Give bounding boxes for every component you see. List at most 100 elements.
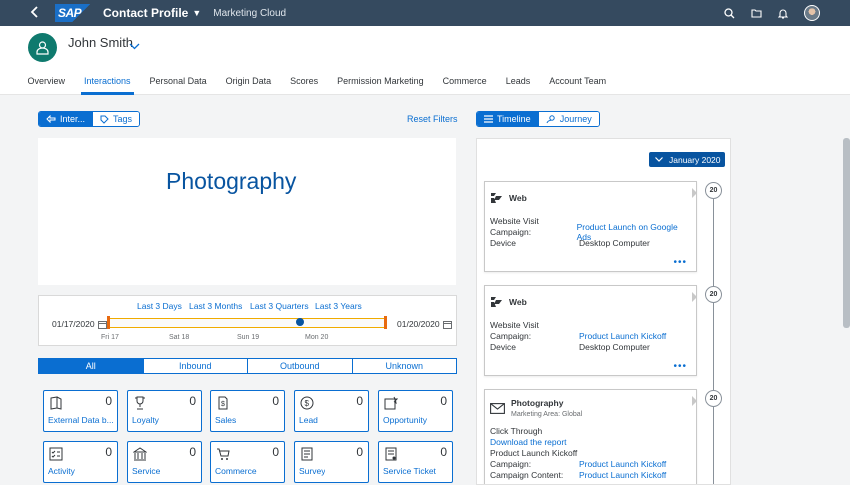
timeline-card[interactable]: Photography Marketing Area: Global Click… xyxy=(484,389,697,484)
tab-commerce[interactable]: Commerce xyxy=(433,70,496,94)
tag-cloud-word[interactable]: Photography xyxy=(166,168,296,195)
tile-loyalty[interactable]: 0 Loyalty xyxy=(127,390,202,432)
document-dollar-icon: $ xyxy=(216,396,230,413)
tab-leads[interactable]: Leads xyxy=(496,70,540,94)
month-selector[interactable]: January 2020 xyxy=(649,152,725,167)
tile-label: Loyalty xyxy=(132,415,159,425)
filter-outbound[interactable]: Outbound xyxy=(247,359,352,373)
reset-filters-link[interactable]: Reset Filters xyxy=(407,114,458,124)
tile-count: 0 xyxy=(356,445,363,459)
bell-icon[interactable] xyxy=(778,8,788,19)
tab-account-team[interactable]: Account Team xyxy=(540,70,616,94)
tile-label: External Data b... xyxy=(48,415,114,425)
last-3-days-link[interactable]: Last 3 Days xyxy=(137,301,182,311)
chevron-down-icon[interactable] xyxy=(129,39,140,53)
tile-opportunity[interactable]: 0 Opportunity xyxy=(378,390,453,432)
range-knob[interactable] xyxy=(296,318,304,326)
timeline-view-toggle: Timeline Journey xyxy=(476,111,600,127)
tile-label: Service Ticket xyxy=(383,466,436,476)
interactions-view-button[interactable]: Inter... xyxy=(39,112,93,126)
campaign-link[interactable]: Product Launch Kickoff xyxy=(579,331,666,341)
tile-survey[interactable]: 0 Survey xyxy=(294,441,369,483)
filter-all[interactable]: All xyxy=(39,359,143,373)
slider-tick-label: Sun 19 xyxy=(237,334,260,341)
timeline-axis xyxy=(713,194,714,484)
tile-count: 0 xyxy=(272,445,279,459)
date-to-field[interactable]: 01/20/2020 xyxy=(397,319,452,329)
contact-name: John Smith xyxy=(68,35,134,50)
date-range-panel: Last 3 Days Last 3 Months Last 3 Quarter… xyxy=(38,295,457,346)
calendar-icon[interactable] xyxy=(442,320,452,329)
slider-tick-label: Sat 18 xyxy=(169,334,190,341)
range-start-handle[interactable] xyxy=(107,316,110,329)
tile-commerce[interactable]: 0 Commerce xyxy=(210,441,285,483)
tile-label: Service xyxy=(132,466,161,476)
tab-bar: Overview Interactions Personal Data Origin … xyxy=(18,70,616,95)
timeline-card[interactable]: Web Website Visit Campaign: Product Launc… xyxy=(484,285,697,376)
slider-tick-label: Fri 17 xyxy=(101,334,119,341)
search-icon[interactable] xyxy=(724,7,735,19)
download-report-link[interactable]: Download the report xyxy=(490,437,567,447)
svg-text:$: $ xyxy=(221,401,225,408)
tab-interactions[interactable]: Interactions xyxy=(75,70,141,95)
tab-overview[interactable]: Overview xyxy=(18,70,75,94)
tile-label: Commerce xyxy=(215,466,257,476)
tile-label: Opportunity xyxy=(383,415,427,425)
tab-origin-data[interactable]: Origin Data xyxy=(216,70,281,94)
journey-icon xyxy=(546,114,555,123)
timeline-card[interactable]: Web Website Visit Campaign: Product Launc… xyxy=(484,181,697,272)
tag-cloud: Photography xyxy=(38,138,456,285)
tile-count: 0 xyxy=(440,445,447,459)
tile-sales[interactable]: $0 Sales xyxy=(210,390,285,432)
more-icon[interactable]: ••• xyxy=(673,361,687,372)
timeline-day-bubble: 20 xyxy=(705,390,722,407)
last-3-months-link[interactable]: Last 3 Months xyxy=(189,301,242,311)
tile-count: 0 xyxy=(356,394,363,408)
activity-icon xyxy=(49,447,63,464)
campaign-link[interactable]: Product Launch Kickoff xyxy=(579,459,666,469)
tab-permission-marketing[interactable]: Permission Marketing xyxy=(328,70,434,94)
calendar-icon[interactable] xyxy=(97,320,107,329)
app-subtitle: Marketing Cloud xyxy=(213,7,287,19)
tile-external-data-b[interactable]: 0 External Data b... xyxy=(43,390,118,432)
date-from-field[interactable]: 01/17/2020 xyxy=(52,319,107,329)
range-end-handle[interactable] xyxy=(384,316,387,329)
more-icon[interactable]: ••• xyxy=(673,257,687,268)
interaction-icon xyxy=(46,115,56,123)
tile-lead[interactable]: $0 Lead xyxy=(294,390,369,432)
date-range-slider[interactable] xyxy=(107,316,387,329)
timeline-view-button[interactable]: Timeline xyxy=(477,112,538,126)
tile-service[interactable]: 0 Service xyxy=(127,441,202,483)
app-title[interactable]: Contact Profile xyxy=(103,6,188,20)
cart-icon xyxy=(216,447,230,464)
object-header: John Smith Overview Interactions Personal … xyxy=(0,26,850,95)
tags-view-button[interactable]: Tags xyxy=(92,112,140,126)
user-avatar[interactable] xyxy=(804,5,820,21)
back-icon[interactable] xyxy=(30,5,50,21)
slider-tick-label: Mon 20 xyxy=(305,334,329,341)
dollar-circle-icon: $ xyxy=(300,396,314,413)
tile-count: 0 xyxy=(272,394,279,408)
chevron-down-icon[interactable]: ▼ xyxy=(192,8,201,18)
campaign-content-link[interactable]: Product Launch Kickoff xyxy=(579,470,666,480)
chevron-down-icon xyxy=(655,157,663,162)
journey-view-button[interactable]: Journey xyxy=(537,112,599,126)
tag-icon xyxy=(100,115,109,124)
last-3-years-link[interactable]: Last 3 Years xyxy=(315,301,362,311)
tab-personal-data[interactable]: Personal Data xyxy=(140,70,216,94)
tile-label: Survey xyxy=(299,466,326,476)
ticket-icon xyxy=(384,447,398,464)
filter-unknown[interactable]: Unknown xyxy=(351,359,456,373)
last-3-quarters-link[interactable]: Last 3 Quarters xyxy=(250,301,309,311)
tab-scores[interactable]: Scores xyxy=(281,70,328,94)
tile-activity[interactable]: 0 Activity xyxy=(43,441,118,483)
filter-inbound[interactable]: Inbound xyxy=(142,359,247,373)
sap-logo[interactable]: SAP xyxy=(55,4,91,22)
tile-count: 0 xyxy=(189,394,196,408)
tile-service-ticket[interactable]: 0 Service Ticket xyxy=(378,441,453,483)
list-icon xyxy=(484,115,493,123)
building-icon xyxy=(132,447,148,464)
folder-icon[interactable] xyxy=(751,8,762,18)
page-scrollbar[interactable] xyxy=(843,138,850,328)
opportunity-icon xyxy=(384,396,399,413)
